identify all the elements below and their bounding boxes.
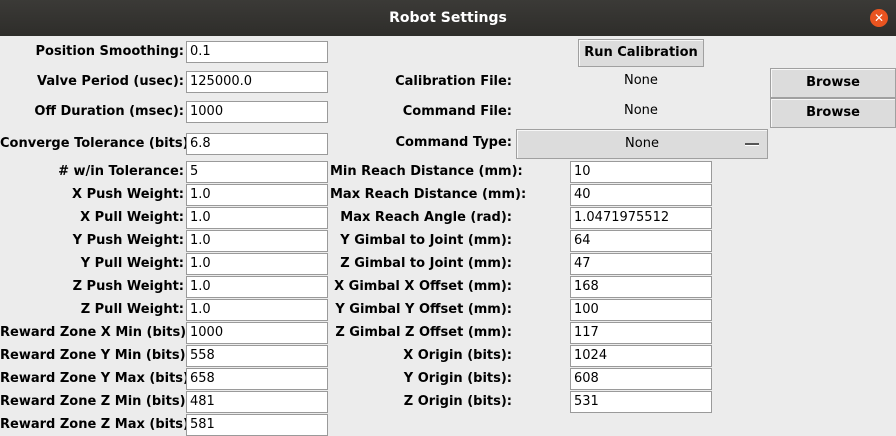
dropdown-indicator-icon: [745, 143, 759, 146]
command-browse-button[interactable]: Browse: [770, 98, 896, 128]
label-z-pull-weight: Z Pull Weight:: [80, 302, 184, 317]
label-reward-zone-y-min: Reward Zone Y Min (bits):: [0, 348, 191, 363]
reward-zone-z-min-input[interactable]: 481: [186, 391, 328, 413]
z-gimbal-z-offset-input[interactable]: 117: [570, 322, 712, 344]
window-titlebar: Robot Settings ✕: [0, 0, 896, 36]
label-command-type: Command Type:: [395, 135, 512, 150]
command-type-value: None: [625, 136, 659, 151]
y-pull-weight-input[interactable]: 1.0: [186, 253, 328, 275]
min-reach-distance-input[interactable]: 10: [570, 161, 712, 183]
converge-tolerance-input[interactable]: 6.8: [186, 133, 328, 155]
label-converge-tolerance: Converge Tolerance (bits):: [0, 136, 194, 151]
label-x-push-weight: X Push Weight:: [72, 187, 184, 202]
off-duration-input[interactable]: 1000: [186, 101, 328, 123]
label-reward-zone-z-min: Reward Zone Z Min (bits):: [0, 394, 191, 409]
label-calibration-file: Calibration File:: [395, 74, 512, 89]
label-valve-period: Valve Period (usec):: [37, 74, 184, 89]
label-reward-zone-x-min: Reward Zone X Min (bits):: [0, 325, 192, 340]
y-gimbal-to-joint-input[interactable]: 64: [570, 230, 712, 252]
reward-zone-z-max-input[interactable]: 581: [186, 414, 328, 436]
z-push-weight-input[interactable]: 1.0: [186, 276, 328, 298]
label-max-reach-angle: Max Reach Angle (rad):: [340, 210, 512, 225]
label-off-duration: Off Duration (msec):: [34, 104, 184, 119]
label-max-reach-distance: Max Reach Distance (mm):: [330, 187, 527, 202]
window-title: Robot Settings: [389, 10, 507, 26]
position-smoothing-input[interactable]: 0.1: [186, 41, 328, 63]
label-y-gimbal-y-offset: Y Gimbal Y Offset (mm):: [335, 302, 512, 317]
x-push-weight-input[interactable]: 1.0: [186, 184, 328, 206]
calibration-browse-button[interactable]: Browse: [770, 68, 896, 98]
label-within-tolerance: # w/in Tolerance:: [58, 164, 184, 179]
y-origin-input[interactable]: 608: [570, 368, 712, 390]
label-y-pull-weight: Y Pull Weight:: [80, 256, 184, 271]
z-origin-input[interactable]: 531: [570, 391, 712, 413]
reward-zone-y-max-input[interactable]: 658: [186, 368, 328, 390]
label-y-gimbal-to-joint: Y Gimbal to Joint (mm):: [340, 233, 512, 248]
label-x-pull-weight: X Pull Weight:: [80, 210, 184, 225]
label-command-file: Command File:: [402, 104, 512, 119]
x-origin-input[interactable]: 1024: [570, 345, 712, 367]
run-calibration-button[interactable]: Run Calibration: [578, 39, 704, 67]
label-z-origin: Z Origin (bits):: [403, 394, 512, 409]
label-reward-zone-y-max: Reward Zone Y Max (bits):: [0, 371, 195, 386]
close-icon[interactable]: ✕: [870, 9, 888, 27]
y-gimbal-y-offset-input[interactable]: 100: [570, 299, 712, 321]
z-pull-weight-input[interactable]: 1.0: [186, 299, 328, 321]
reward-zone-x-min-input[interactable]: 1000: [186, 322, 328, 344]
max-reach-distance-input[interactable]: 40: [570, 184, 712, 206]
label-x-gimbal-x-offset: X Gimbal X Offset (mm):: [334, 279, 512, 294]
label-z-gimbal-z-offset: Z Gimbal Z Offset (mm):: [335, 325, 512, 340]
within-tolerance-input[interactable]: 5: [186, 161, 328, 183]
max-reach-angle-input[interactable]: 1.0471975512: [570, 207, 712, 229]
command-type-dropdown[interactable]: None: [516, 129, 768, 159]
z-gimbal-to-joint-input[interactable]: 47: [570, 253, 712, 275]
valve-period-input[interactable]: 125000.0: [186, 71, 328, 93]
reward-zone-y-min-input[interactable]: 558: [186, 345, 328, 367]
label-y-origin: Y Origin (bits):: [403, 371, 512, 386]
label-z-gimbal-to-joint: Z Gimbal to Joint (mm):: [340, 256, 512, 271]
x-pull-weight-input[interactable]: 1.0: [186, 207, 328, 229]
command-file-value: None: [624, 103, 658, 118]
label-y-push-weight: Y Push Weight:: [72, 233, 184, 248]
label-x-origin: X Origin (bits):: [403, 348, 512, 363]
label-reward-zone-z-max: Reward Zone Z Max (bits):: [0, 417, 195, 432]
label-z-push-weight: Z Push Weight:: [72, 279, 184, 294]
calibration-file-value: None: [624, 73, 658, 88]
y-push-weight-input[interactable]: 1.0: [186, 230, 328, 252]
label-min-reach-distance: Min Reach Distance (mm):: [330, 164, 523, 179]
x-gimbal-x-offset-input[interactable]: 168: [570, 276, 712, 298]
label-position-smoothing: Position Smoothing:: [35, 44, 185, 59]
